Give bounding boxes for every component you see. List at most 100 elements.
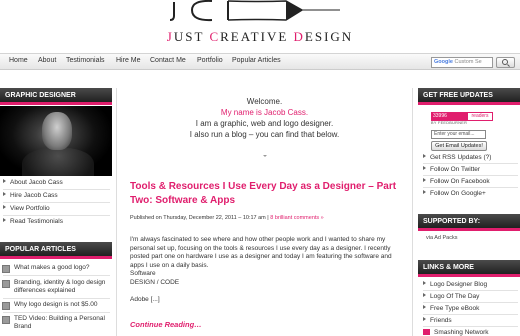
divider <box>423 175 518 176</box>
right-sidebar: GET FREE UPDATES 33996 readers BY FEEDBUR… <box>418 88 520 336</box>
popular-article-link[interactable]: Branding, identity & logo design differe… <box>14 279 110 296</box>
popular-articles-heading: POPULAR ARTICLES <box>0 242 112 259</box>
arrow-icon <box>423 166 426 170</box>
divider <box>423 290 518 291</box>
sidebar-link-portfolio[interactable]: View Portfolio <box>3 205 110 214</box>
comments-link[interactable]: 8 brilliant comments » <box>270 215 324 221</box>
link-label: Follow On Facebook <box>430 178 490 185</box>
post-date: Published on Thursday, December 22, 2011… <box>130 215 269 221</box>
sidebar-link-label: View Portfolio <box>10 205 50 212</box>
arrow-icon <box>423 317 426 321</box>
divider <box>3 189 110 190</box>
ad-packs-link[interactable]: via Ad Packs <box>426 235 458 241</box>
divider <box>423 163 518 164</box>
feedburner-label: BY FEEDBURNER <box>431 121 468 125</box>
post-excerpt-end: Adobe [...] <box>130 295 160 303</box>
twitter-link[interactable]: Follow On Twitter <box>423 166 518 174</box>
arrow-icon <box>423 190 426 194</box>
nav-contact-me[interactable]: Contact Me <box>150 57 186 64</box>
smashing-icon <box>423 329 430 335</box>
divider <box>423 302 518 303</box>
nav-hire-me[interactable]: Hire Me <box>116 57 141 64</box>
google-plus-link[interactable]: Follow On Google+ <box>423 190 518 198</box>
arrow-icon <box>3 205 6 209</box>
chevron-down-icon <box>263 155 267 157</box>
link-label: Smashing Network <box>434 329 489 336</box>
link-label: Free Type eBook <box>430 305 480 312</box>
arrow-icon <box>3 218 6 222</box>
search-input[interactable]: Google Custom Se <box>431 57 493 68</box>
divider <box>423 187 518 188</box>
welcome-name-line: My name is Jacob Cass. <box>220 108 309 117</box>
nav-testimonials[interactable]: Testimonials <box>66 57 105 64</box>
post-meta: Published on Thursday, December 22, 2011… <box>130 215 405 221</box>
nav-portfolio[interactable]: Portfolio <box>197 57 223 64</box>
rss-updates-link[interactable]: Get RSS Updates (?) <box>423 154 518 162</box>
sidebar-link-testimonials[interactable]: Read Testimonials <box>3 218 110 227</box>
welcome-line: I also run a blog – you can find that be… <box>189 130 340 139</box>
article-thumbnail-icon <box>2 316 10 324</box>
links-more-heading: LINKS & MORE <box>418 260 520 277</box>
sidebar-link-label: Read Testimonials <box>10 218 63 225</box>
popular-article-link[interactable]: Why logo design is not $5.00 <box>14 301 110 309</box>
links-item[interactable]: Free Type eBook <box>423 305 518 313</box>
welcome-line: I am a graphic, web and logo designer. <box>195 119 334 128</box>
arrow-icon <box>423 178 426 182</box>
arrow-icon <box>423 154 426 158</box>
site-title[interactable]: JUST CREATIVE DESIGN <box>0 29 520 45</box>
link-label: Logo Designer Blog <box>430 281 488 288</box>
readers-label: readers <box>467 112 493 121</box>
arrow-icon <box>423 281 426 285</box>
site-header: JUST CREATIVE DESIGN <box>0 0 520 52</box>
divider <box>3 275 110 276</box>
column-divider-right <box>412 88 413 336</box>
title-rest-creative: REATIVE <box>220 29 294 44</box>
search-placeholder: Custom Se <box>454 59 482 65</box>
main-nav: Home About Testimonials Hire Me Contact … <box>0 53 520 70</box>
nav-about[interactable]: About <box>38 57 56 64</box>
arrow-icon <box>423 293 426 297</box>
free-updates-heading: GET FREE UPDATES <box>418 88 520 105</box>
reader-count: 33996 <box>433 113 447 119</box>
graphic-designer-heading: GRAPHIC DESIGNER <box>0 88 112 105</box>
title-rest-design: ESIGN <box>304 29 354 44</box>
continue-reading-link[interactable]: Continue Reading… <box>130 320 202 329</box>
divider <box>3 215 110 216</box>
divider <box>423 326 518 327</box>
nav-popular-articles[interactable]: Popular Articles <box>232 57 281 64</box>
popular-article-link[interactable]: What makes a good logo? <box>14 264 110 272</box>
links-item[interactable]: Logo Designer Blog <box>423 281 518 289</box>
reader-count-badge[interactable]: 33996 readers <box>431 112 493 121</box>
arrow-icon <box>423 305 426 309</box>
photo-head <box>42 112 72 150</box>
email-updates-button[interactable]: Get Email Updates! <box>431 141 487 151</box>
nav-home[interactable]: Home <box>9 57 28 64</box>
post-excerpt: I'm always fascinated to see where and h… <box>130 236 405 304</box>
sidebar-link-hire[interactable]: Hire Jacob Cass <box>3 192 110 201</box>
post-title[interactable]: Tools & Resources I Use Every Day as a D… <box>130 180 405 207</box>
sidebar-link-about[interactable]: About Jacob Cass <box>3 179 110 188</box>
arrow-icon <box>3 192 6 196</box>
title-initial-c: C <box>209 29 221 44</box>
page: JUST CREATIVE DESIGN Home About Testimon… <box>0 0 520 336</box>
link-label: Follow On Google+ <box>430 190 486 197</box>
article-thumbnail-icon <box>2 265 10 273</box>
search-button[interactable] <box>496 57 515 68</box>
jcd-logo-mark[interactable] <box>168 0 348 22</box>
links-item[interactable]: Smashing Network <box>423 329 518 336</box>
title-rest-just: UST <box>173 29 210 44</box>
left-sidebar: GRAPHIC DESIGNER About Jacob Cass Hire J… <box>0 88 112 336</box>
popular-article-link[interactable]: TED Video: Building a Personal Brand <box>14 315 110 332</box>
link-label: Get RSS Updates (?) <box>430 154 492 161</box>
email-field[interactable]: Enter your email... <box>431 130 486 139</box>
profile-photo[interactable] <box>0 106 112 176</box>
column-divider-left <box>116 88 117 336</box>
main-content: Welcome. My name is Jacob Cass. I am a g… <box>122 88 407 336</box>
facebook-link[interactable]: Follow On Facebook <box>423 178 518 186</box>
divider <box>3 298 110 299</box>
title-initial-j: J <box>166 29 174 44</box>
links-item[interactable]: Logo Of The Day <box>423 293 518 301</box>
supported-by-heading: SUPPORTED BY: <box>418 214 520 231</box>
links-item[interactable]: Friends <box>423 317 518 325</box>
